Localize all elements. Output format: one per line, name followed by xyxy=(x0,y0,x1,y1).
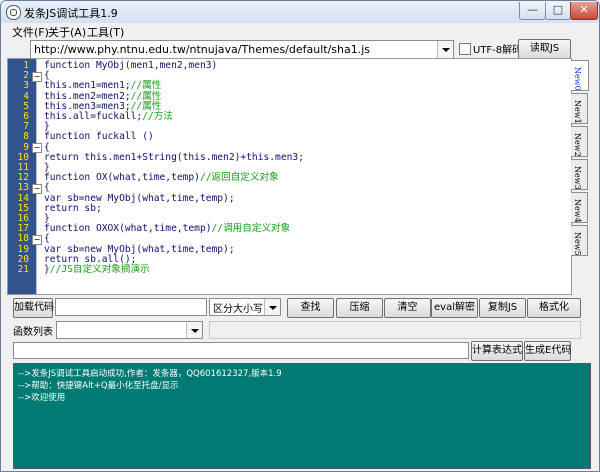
app-icon xyxy=(6,5,21,20)
fold-toggle-icon[interactable]: − xyxy=(32,234,42,245)
fold-toggle-icon[interactable]: − xyxy=(32,71,42,82)
tab-new2[interactable]: New2 xyxy=(571,126,588,157)
case-select[interactable]: 区分大小写 xyxy=(209,298,281,316)
copy-js-button[interactable]: 复制JS xyxy=(479,298,526,318)
chevron-down-icon[interactable] xyxy=(437,41,453,58)
code-token: function fuckall () xyxy=(44,131,154,143)
main-window: 发条JS调试工具1.9 — □ ✕ 文件(F) 关于(A) 工具(T) http… xyxy=(0,0,600,472)
find-button[interactable]: 查找 xyxy=(287,298,334,318)
maximize-button[interactable]: □ xyxy=(545,2,571,20)
window-title: 发条JS调试工具1.9 xyxy=(24,7,118,20)
code-token: function OXOX(what,time,temp) xyxy=(44,223,212,235)
code-line: return this.men1+String(this.men2)+this.… xyxy=(44,151,304,163)
code-token: //JS自定义对象摘演示 xyxy=(49,264,150,275)
code-line: this.all=fuckall;//方法 xyxy=(44,111,173,122)
chevron-down-icon[interactable] xyxy=(264,299,280,315)
line-number: 21 xyxy=(17,264,29,275)
fold-toggle-icon[interactable]: − xyxy=(32,143,42,154)
close-button[interactable]: ✕ xyxy=(570,2,598,20)
chevron-down-icon[interactable] xyxy=(186,322,202,338)
format-button[interactable]: 格式化 xyxy=(527,298,581,318)
tab-new5[interactable]: New5 xyxy=(571,225,588,256)
function-list-select[interactable] xyxy=(56,321,203,339)
case-select-value: 区分大小写 xyxy=(213,304,263,315)
url-combobox[interactable]: http://www.phy.ntnu.edu.tw/ntnujava/Them… xyxy=(30,40,454,59)
code-token: //调用自定义对象 xyxy=(211,223,291,235)
console-line: -->欢迎使用 xyxy=(18,393,66,403)
code-token: return this.men1+String(this.men2)+this.… xyxy=(44,151,304,163)
fold-guide xyxy=(36,59,37,294)
eval-decrypt-button[interactable]: eval解密 xyxy=(431,298,478,318)
fold-toggle-icon[interactable]: − xyxy=(32,183,42,194)
menu-bar: 文件(F) 关于(A) 工具(T) xyxy=(1,23,599,39)
clear-button[interactable]: 清空 xyxy=(384,298,431,318)
log-console[interactable]: -->发条JS调试工具启动成功,作者：发条器，QQ601612327,版本1.9… xyxy=(13,363,591,469)
calc-expression-button[interactable]: 计算表达式 xyxy=(471,341,523,361)
code-token: function MyObj(men1,men2,men3) xyxy=(44,60,218,71)
title-bar: 发条JS调试工具1.9 — □ ✕ xyxy=(1,1,599,23)
load-code-button[interactable]: 加载代码 xyxy=(13,298,54,318)
editor-tabs: New0 New1 New2 New3 New4 New5 xyxy=(571,58,589,293)
code-line: function MyObj(men1,men2,men3) xyxy=(44,60,218,71)
search-input[interactable] xyxy=(55,298,207,316)
function-list-panel xyxy=(209,321,581,339)
code-line: function OX(what,time,temp)//返回自定义对象 xyxy=(44,173,279,183)
code-token: this.all=fuckall; xyxy=(44,111,143,122)
tab-label: New4 xyxy=(573,199,582,223)
tab-label: New0 xyxy=(573,67,582,91)
compress-button[interactable]: 压缩 xyxy=(336,298,383,318)
line-number-gutter: 1 2 3 4 5 6 7 8 9 10 11 12 13 14 15 16 17 18 19 20 21 xyxy=(8,59,36,294)
minimize-button[interactable]: — xyxy=(519,2,546,20)
read-js-button[interactable]: 读取JS xyxy=(518,39,571,59)
gen-e-code-button[interactable]: 生成E代码 xyxy=(524,341,571,361)
tab-label: New5 xyxy=(573,232,582,256)
function-list-label: 函数列表 xyxy=(13,327,53,338)
code-token: //方法 xyxy=(142,111,173,122)
tab-new4[interactable]: New4 xyxy=(571,192,588,223)
utf8-label: UTF-8解码 xyxy=(473,45,523,56)
code-line: function OXOX(what,time,temp)//调用自定义对象 xyxy=(44,224,290,234)
tab-new1[interactable]: New1 xyxy=(571,93,588,124)
code-line: }//JS自定义对象摘演示 xyxy=(44,264,150,275)
tab-label: New2 xyxy=(573,133,582,157)
code-editor[interactable]: 1 2 3 4 5 6 7 8 9 10 11 12 13 14 15 16 17 18 19 20 21 functi… xyxy=(7,58,572,295)
code-line: return sb; xyxy=(44,202,102,214)
utf8-checkbox[interactable] xyxy=(459,43,471,55)
tab-new0[interactable]: New0 xyxy=(571,60,589,91)
tab-new3[interactable]: New3 xyxy=(571,159,588,190)
tab-label: New3 xyxy=(573,166,582,190)
console-line: -->帮助：快捷键Alt+Q最小化至托盘/显示 xyxy=(18,381,179,391)
expression-input[interactable] xyxy=(13,342,469,359)
console-line: -->发条JS调试工具启动成功,作者：发条器，QQ601612327,版本1.9 xyxy=(18,369,282,379)
url-value: http://www.phy.ntnu.edu.tw/ntnujava/Them… xyxy=(34,43,371,56)
code-token: return sb; xyxy=(44,202,102,214)
code-token: //返回自定义对象 xyxy=(199,172,279,184)
tab-label: New1 xyxy=(573,100,582,124)
code-token: function OX(what,time,temp) xyxy=(44,172,200,184)
code-line: function fuckall () xyxy=(44,132,154,142)
